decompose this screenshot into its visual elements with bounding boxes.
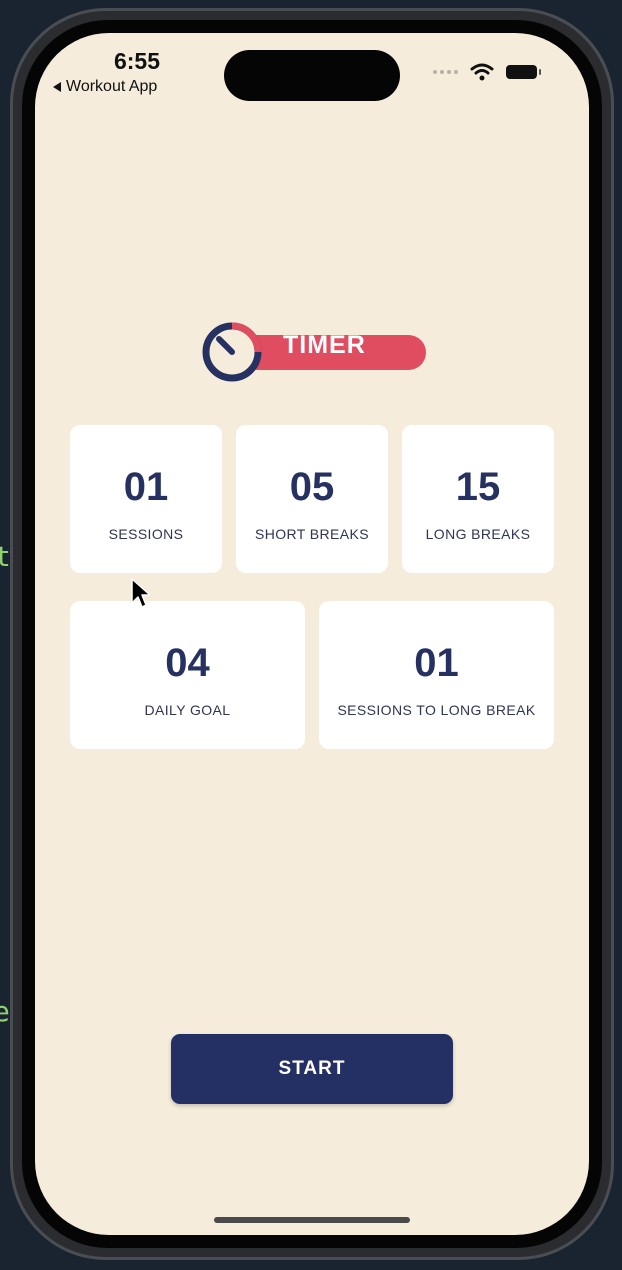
start-button[interactable]: START: [171, 1034, 453, 1104]
sessions-to-long-break-value: 01: [414, 641, 459, 685]
timer-icon: [202, 322, 262, 382]
background-code-fragment: e: [0, 995, 10, 1028]
sessions-value: 01: [123, 465, 169, 509]
back-arrow-icon: [53, 82, 61, 92]
daily-goal-card[interactable]: 04 DAILY GOAL: [70, 601, 305, 749]
back-to-app-link[interactable]: Workout App: [53, 78, 157, 96]
long-breaks-label: LONG BREAKS: [425, 526, 531, 542]
battery-icon: [506, 65, 541, 79]
status-time: 6:55: [113, 48, 161, 74]
sessions-to-long-break-label: SESSIONS TO LONG BREAK: [337, 702, 536, 718]
wifi-icon: [470, 63, 494, 81]
long-breaks-card[interactable]: 15 LONG BREAKS: [402, 425, 554, 573]
logo-text: TIMER: [283, 331, 366, 359]
short-breaks-card[interactable]: 05 SHORT BREAKS: [236, 425, 388, 573]
home-indicator[interactable]: [214, 1217, 410, 1223]
short-breaks-label: SHORT BREAKS: [255, 526, 369, 542]
long-breaks-value: 15: [455, 465, 501, 509]
dynamic-island: [224, 50, 400, 101]
sessions-to-long-break-card[interactable]: 01 SESSIONS TO LONG BREAK: [319, 601, 554, 749]
mouse-pointer-icon: [131, 578, 151, 608]
timer-logo: TIMER: [200, 318, 430, 386]
daily-goal-value: 04: [165, 641, 210, 685]
short-breaks-value: 05: [289, 465, 335, 509]
cellular-signal-icon: [433, 70, 458, 74]
sessions-card[interactable]: 01 SESSIONS: [70, 425, 222, 573]
sessions-label: SESSIONS: [108, 526, 184, 542]
status-icons: [433, 63, 541, 81]
app-screen: 6:55 Workout App TIMER 01 SESSIONS 05 SH…: [35, 33, 589, 1235]
daily-goal-label: DAILY GOAL: [144, 702, 231, 718]
back-app-label: Workout App: [66, 78, 158, 95]
